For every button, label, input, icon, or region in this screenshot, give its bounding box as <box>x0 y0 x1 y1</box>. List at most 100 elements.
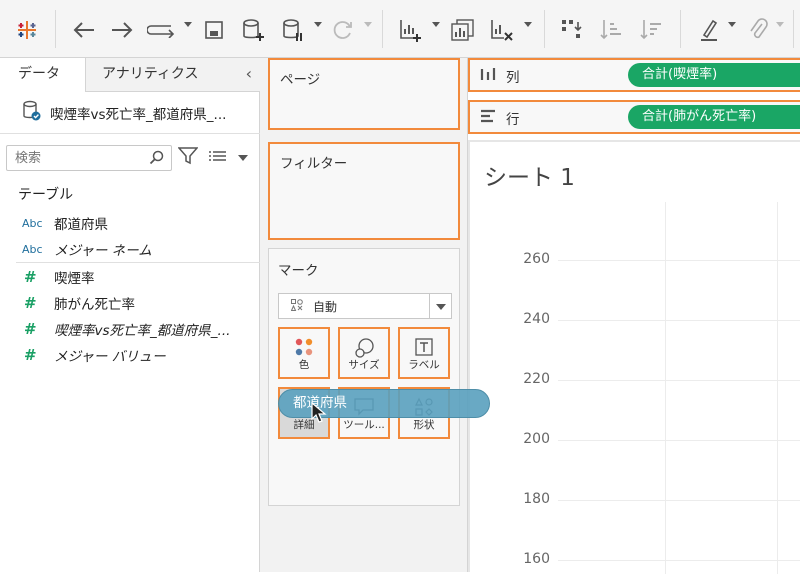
y-axis-tick-label: 240 <box>523 311 550 327</box>
clear-sheet-icon[interactable] <box>488 14 516 46</box>
columns-icon <box>480 67 496 85</box>
grid-horizontal-line <box>558 440 800 441</box>
search-icon[interactable] <box>149 150 165 170</box>
color-palette-icon <box>280 337 328 357</box>
marks-size-label: サイズ <box>348 359 380 371</box>
field-label: メジャー ネーム <box>54 243 152 259</box>
grid-horizontal-line <box>558 500 800 501</box>
pages-card-title: ページ <box>280 72 321 88</box>
field-label: 都道府県 <box>54 217 108 233</box>
marks-card-title: マーク <box>278 263 319 279</box>
view-options-dropdown-icon[interactable] <box>238 155 248 161</box>
search-row <box>6 144 256 172</box>
refresh-dropdown-icon[interactable] <box>364 22 372 27</box>
grid-horizontal-line <box>558 320 800 321</box>
view-list-icon[interactable] <box>208 149 228 168</box>
datasource-row[interactable]: 喫煙率vs死亡率_都道府県_... <box>0 92 260 134</box>
field-smoking-rate[interactable]: # 喫煙率 <box>0 264 258 290</box>
toolbar <box>0 0 800 58</box>
tab-data[interactable]: データ <box>0 58 85 92</box>
rows-shelf-label: 行 <box>506 112 520 128</box>
cards-pane: ページ フィルター マーク 自動 色 サイズ ラベル 詳細 ツール... 形状 <box>260 58 468 572</box>
replay-dropdown-icon[interactable] <box>184 22 192 27</box>
highlight-icon[interactable] <box>696 14 722 46</box>
dragged-field-pill[interactable]: 都道府県 <box>278 389 490 418</box>
worksheet-view[interactable]: シート 1 260 240 220 200 180 160 <box>468 140 800 574</box>
field-label: メジャー バリュー <box>54 349 166 365</box>
columns-shelf[interactable]: 列 合計(喫煙率) <box>468 58 800 92</box>
field-prefecture[interactable]: Abc 都道府県 <box>0 210 258 236</box>
sort-descending-icon[interactable] <box>638 14 664 46</box>
datasource-name: 喫煙率vs死亡率_都道府県_... <box>50 106 227 123</box>
duplicate-sheet-icon[interactable] <box>448 14 476 46</box>
toolbar-separator <box>544 10 545 48</box>
datasource-dropdown-icon[interactable] <box>314 22 322 27</box>
pane-tabs: データ アナリティクス ‹ <box>0 58 260 92</box>
highlight-dropdown-icon[interactable] <box>728 22 736 27</box>
mark-type-dropdown[interactable] <box>429 294 451 318</box>
clear-dropdown-icon[interactable] <box>524 22 532 27</box>
columns-shelf-label: 列 <box>506 70 520 86</box>
collapse-pane-icon[interactable]: ‹ <box>246 58 252 90</box>
filters-card[interactable]: フィルター <box>268 142 460 240</box>
rows-icon <box>480 109 496 127</box>
columns-pill[interactable]: 合計(喫煙率) <box>628 63 800 87</box>
chevron-down-icon <box>436 304 446 310</box>
marks-label-label: ラベル <box>408 359 440 371</box>
y-axis-tick-label: 180 <box>523 491 550 507</box>
grid-vertical-line <box>665 202 666 574</box>
grid-horizontal-line <box>558 380 800 381</box>
text-label-icon <box>400 337 448 357</box>
columns-shelf-label-wrap: 列 <box>480 66 520 86</box>
rows-pill[interactable]: 合計(肺がん死亡率) <box>628 105 800 129</box>
toolbar-separator <box>382 10 383 48</box>
auto-mark-icon <box>290 298 303 314</box>
mark-type-select[interactable]: 自動 <box>278 293 452 319</box>
new-worksheet-dropdown-icon[interactable] <box>432 22 440 27</box>
rows-shelf[interactable]: 行 合計(肺がん死亡率) <box>468 100 800 134</box>
pause-updates-icon[interactable] <box>280 14 306 46</box>
marks-color-label: 色 <box>298 359 310 371</box>
tab-analytics[interactable]: アナリティクス ‹ <box>85 58 260 92</box>
field-type-icon: # <box>24 268 37 286</box>
dimension-measure-divider <box>16 262 260 263</box>
marks-shape-label: 形状 <box>413 419 435 431</box>
group-dropdown-icon[interactable] <box>776 22 784 27</box>
field-record-count[interactable]: # 喫煙率vs死亡率_都道府県_... <box>0 316 258 342</box>
group-members-icon[interactable] <box>746 14 770 46</box>
field-type-icon: Abc <box>22 216 43 230</box>
field-type-icon: # <box>24 320 37 338</box>
undo-icon[interactable] <box>70 14 98 46</box>
grid-horizontal-line <box>558 560 800 561</box>
marks-label-button[interactable]: ラベル <box>398 327 450 379</box>
new-datasource-icon[interactable] <box>240 14 266 46</box>
grid-vertical-line <box>777 202 778 574</box>
marks-card: マーク 自動 色 サイズ ラベル 詳細 ツール... 形状 <box>268 248 460 506</box>
marks-size-button[interactable]: サイズ <box>338 327 390 379</box>
sort-ascending-icon[interactable] <box>598 14 624 46</box>
tableau-logo-icon[interactable] <box>14 14 40 46</box>
section-tables-title: テーブル <box>18 187 74 203</box>
search-box[interactable] <box>6 145 172 171</box>
refresh-icon[interactable] <box>330 14 356 46</box>
field-measure-values[interactable]: # メジャー バリュー <box>0 342 258 368</box>
sheet-title[interactable]: シート 1 <box>484 158 575 192</box>
new-worksheet-icon[interactable] <box>396 14 424 46</box>
save-icon[interactable] <box>202 14 226 46</box>
tab-analytics-label: アナリティクス <box>102 66 199 82</box>
field-measure-names[interactable]: Abc メジャー ネーム <box>0 236 258 262</box>
field-lung-cancer-rate[interactable]: # 肺がん死亡率 <box>0 290 258 316</box>
redo-icon[interactable] <box>108 14 136 46</box>
replay-icon[interactable] <box>146 14 178 46</box>
mouse-cursor-icon <box>311 401 327 428</box>
pages-card[interactable]: ページ <box>268 58 460 130</box>
size-icon <box>340 337 388 359</box>
filter-icon[interactable] <box>177 147 199 169</box>
swap-rows-columns-icon[interactable] <box>558 14 586 46</box>
marks-color-button[interactable]: 色 <box>278 327 330 379</box>
field-type-icon: # <box>24 294 37 312</box>
search-input[interactable] <box>7 146 147 170</box>
y-axis-tick-label: 220 <box>523 371 550 387</box>
y-axis-tick-label: 200 <box>523 431 550 447</box>
database-icon <box>22 100 42 126</box>
